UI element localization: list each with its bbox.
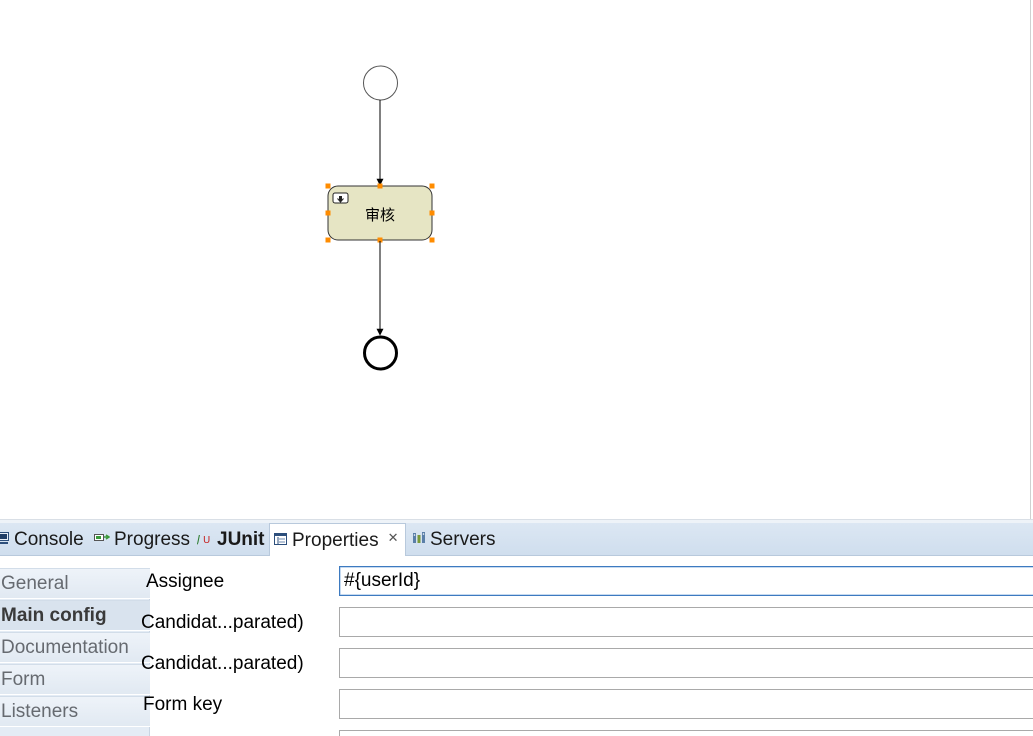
tab-console-label: Console bbox=[14, 528, 84, 550]
tab-progress[interactable]: Progress bbox=[94, 523, 190, 556]
assignee-label: Assignee bbox=[146, 571, 225, 592]
tab-console[interactable]: Console bbox=[0, 523, 84, 556]
properties-icon bbox=[274, 530, 288, 552]
start-event[interactable] bbox=[363, 65, 398, 101]
form-key-input[interactable] bbox=[339, 689, 1033, 719]
canvas-border bbox=[1030, 0, 1031, 520]
console-icon bbox=[0, 529, 10, 551]
eclipse-window: 审核 Console Progress JU JUnit Properties … bbox=[0, 0, 1033, 736]
section-tab-main-config[interactable]: Main config bbox=[0, 600, 150, 631]
assignee-input[interactable] bbox=[339, 566, 1033, 596]
section-tab-listeners[interactable]: Listeners bbox=[0, 696, 150, 727]
svg-text:J: J bbox=[197, 533, 200, 545]
bottom-panel-tabbar: Console Progress JU JUnit Properties ✕ S… bbox=[0, 523, 1033, 557]
close-tab-icon[interactable]: ✕ bbox=[388, 530, 399, 546]
tab-properties[interactable]: Properties ✕ bbox=[269, 523, 406, 557]
form-key-label: Form key bbox=[143, 694, 223, 715]
properties-section-tabs: General Main config Documentation Form L… bbox=[0, 568, 150, 736]
tab-servers-label: Servers bbox=[430, 528, 496, 550]
section-tab-form[interactable]: Form bbox=[0, 664, 150, 695]
servers-icon bbox=[412, 529, 426, 551]
user-task-label: 审核 bbox=[364, 205, 395, 224]
candidate-users-label: Candidat...parated) bbox=[141, 612, 304, 633]
candidate-users-input[interactable] bbox=[339, 607, 1033, 637]
tab-servers[interactable]: Servers bbox=[412, 523, 495, 556]
tab-properties-label: Properties bbox=[292, 529, 379, 551]
tab-junit[interactable]: JU JUnit bbox=[195, 523, 265, 556]
svg-text:U: U bbox=[203, 535, 210, 545]
tab-junit-label: JUnit bbox=[217, 528, 265, 550]
next-field-input[interactable] bbox=[339, 730, 1033, 736]
junit-icon: JU bbox=[195, 529, 213, 551]
section-tab-documentation[interactable]: Documentation bbox=[0, 632, 150, 663]
candidate-groups-input[interactable] bbox=[339, 648, 1033, 678]
tab-progress-label: Progress bbox=[114, 528, 191, 550]
progress-icon bbox=[94, 529, 111, 551]
candidate-groups-label: Candidat...parated) bbox=[141, 653, 304, 674]
properties-view: General Main config Documentation Form L… bbox=[0, 556, 1033, 736]
end-event[interactable] bbox=[363, 335, 398, 371]
section-tab-general[interactable]: General bbox=[0, 568, 150, 599]
bpmn-diagram-canvas[interactable]: 审核 bbox=[0, 0, 1033, 520]
